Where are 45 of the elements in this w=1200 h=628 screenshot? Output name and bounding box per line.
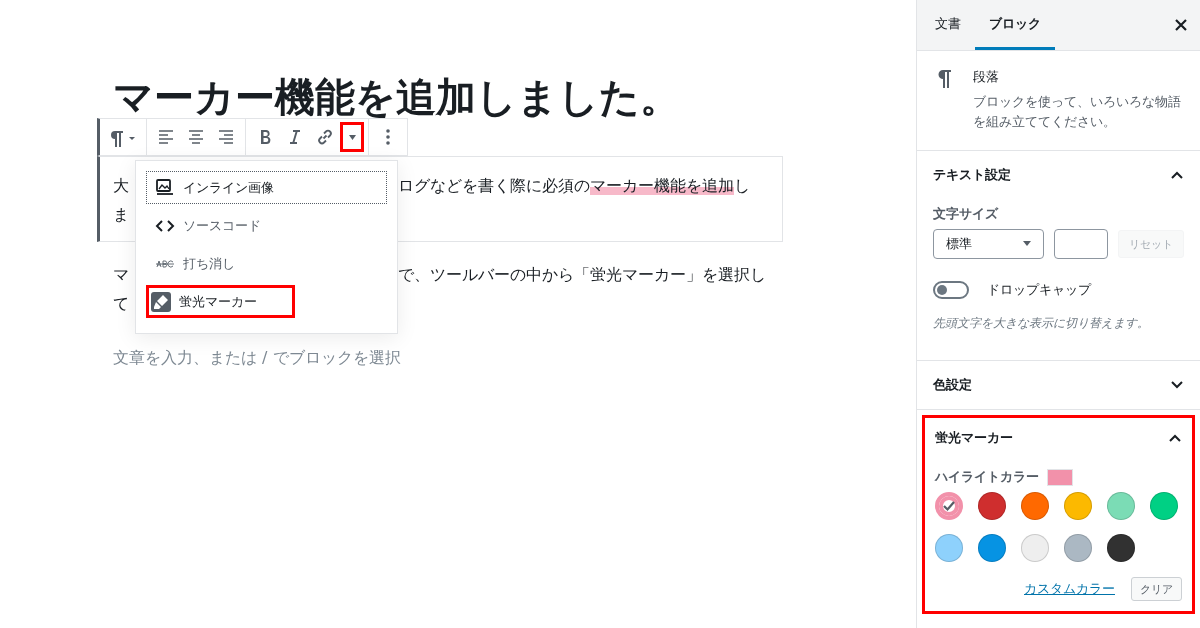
menu-item[interactable]: ソースコード	[146, 209, 387, 242]
font-size-input[interactable]	[1054, 229, 1108, 259]
color-swatch[interactable]	[935, 492, 963, 520]
menu-item[interactable]: インライン画像	[146, 171, 387, 204]
chevron-up-icon	[1170, 170, 1184, 180]
paragraph-text: ログなどを書く際に必須のマーカー機能を追加 し	[398, 175, 751, 197]
paragraph-text: て	[113, 294, 129, 313]
marker-icon	[151, 291, 171, 312]
more-options-icon	[386, 129, 390, 145]
close-icon	[1174, 17, 1188, 32]
align-center-icon	[186, 127, 206, 147]
block-description: ブロックを使って、いろいろな物語を組み立ててください。	[973, 93, 1182, 131]
current-color-swatch	[1047, 468, 1073, 486]
menu-item[interactable]: 蛍光マーカー	[146, 285, 295, 318]
chevron-down-icon	[1170, 380, 1184, 390]
check-icon	[942, 500, 956, 512]
align-right-icon	[216, 127, 236, 147]
image-icon	[155, 177, 175, 198]
caret-down-button[interactable]	[340, 122, 364, 152]
panel-header[interactable]: 色設定	[933, 361, 1184, 409]
post-title[interactable]: マーカー機能を追加しました。	[113, 78, 916, 118]
help-text: 先頭文字を大きな表示に切り替えます。	[933, 315, 1150, 332]
paragraph-text: 大	[113, 176, 129, 195]
panel-header[interactable]: テキスト設定	[933, 151, 1184, 199]
align-left-icon	[156, 127, 176, 147]
link-icon	[315, 127, 335, 147]
caret-down-icon	[1023, 241, 1031, 247]
field-label: 文字サイズ	[933, 205, 1000, 223]
chevron-up-icon	[1168, 433, 1182, 443]
paragraph-text: マ	[113, 265, 129, 284]
paragraph-text: ま	[113, 205, 129, 224]
toggle-switch[interactable]	[933, 281, 969, 299]
panel-header[interactable]: 蛍光マーカー	[935, 414, 1182, 462]
clear-button[interactable]: クリア	[1131, 577, 1182, 601]
sidebar-tab[interactable]: 文書	[921, 0, 975, 50]
field-label: ハイライトカラー	[935, 468, 1039, 486]
block-placeholder[interactable]: 文章を入力、または / でブロックを選択	[113, 348, 916, 369]
font-size-select[interactable]: 標準	[933, 229, 1044, 259]
menu-item[interactable]: 打ち消し	[146, 247, 387, 280]
toggle-label: ドロップキャップ	[987, 281, 1091, 299]
sidebar-tab[interactable]: ブロック	[975, 0, 1055, 50]
custom-color-link[interactable]: カスタムカラー	[1024, 580, 1115, 598]
block-name: 段落	[973, 68, 1000, 86]
caret-down-icon	[348, 134, 356, 140]
paragraph-text: で、ツールバーの中から「蛍光マーカー」を選択し	[398, 264, 767, 286]
